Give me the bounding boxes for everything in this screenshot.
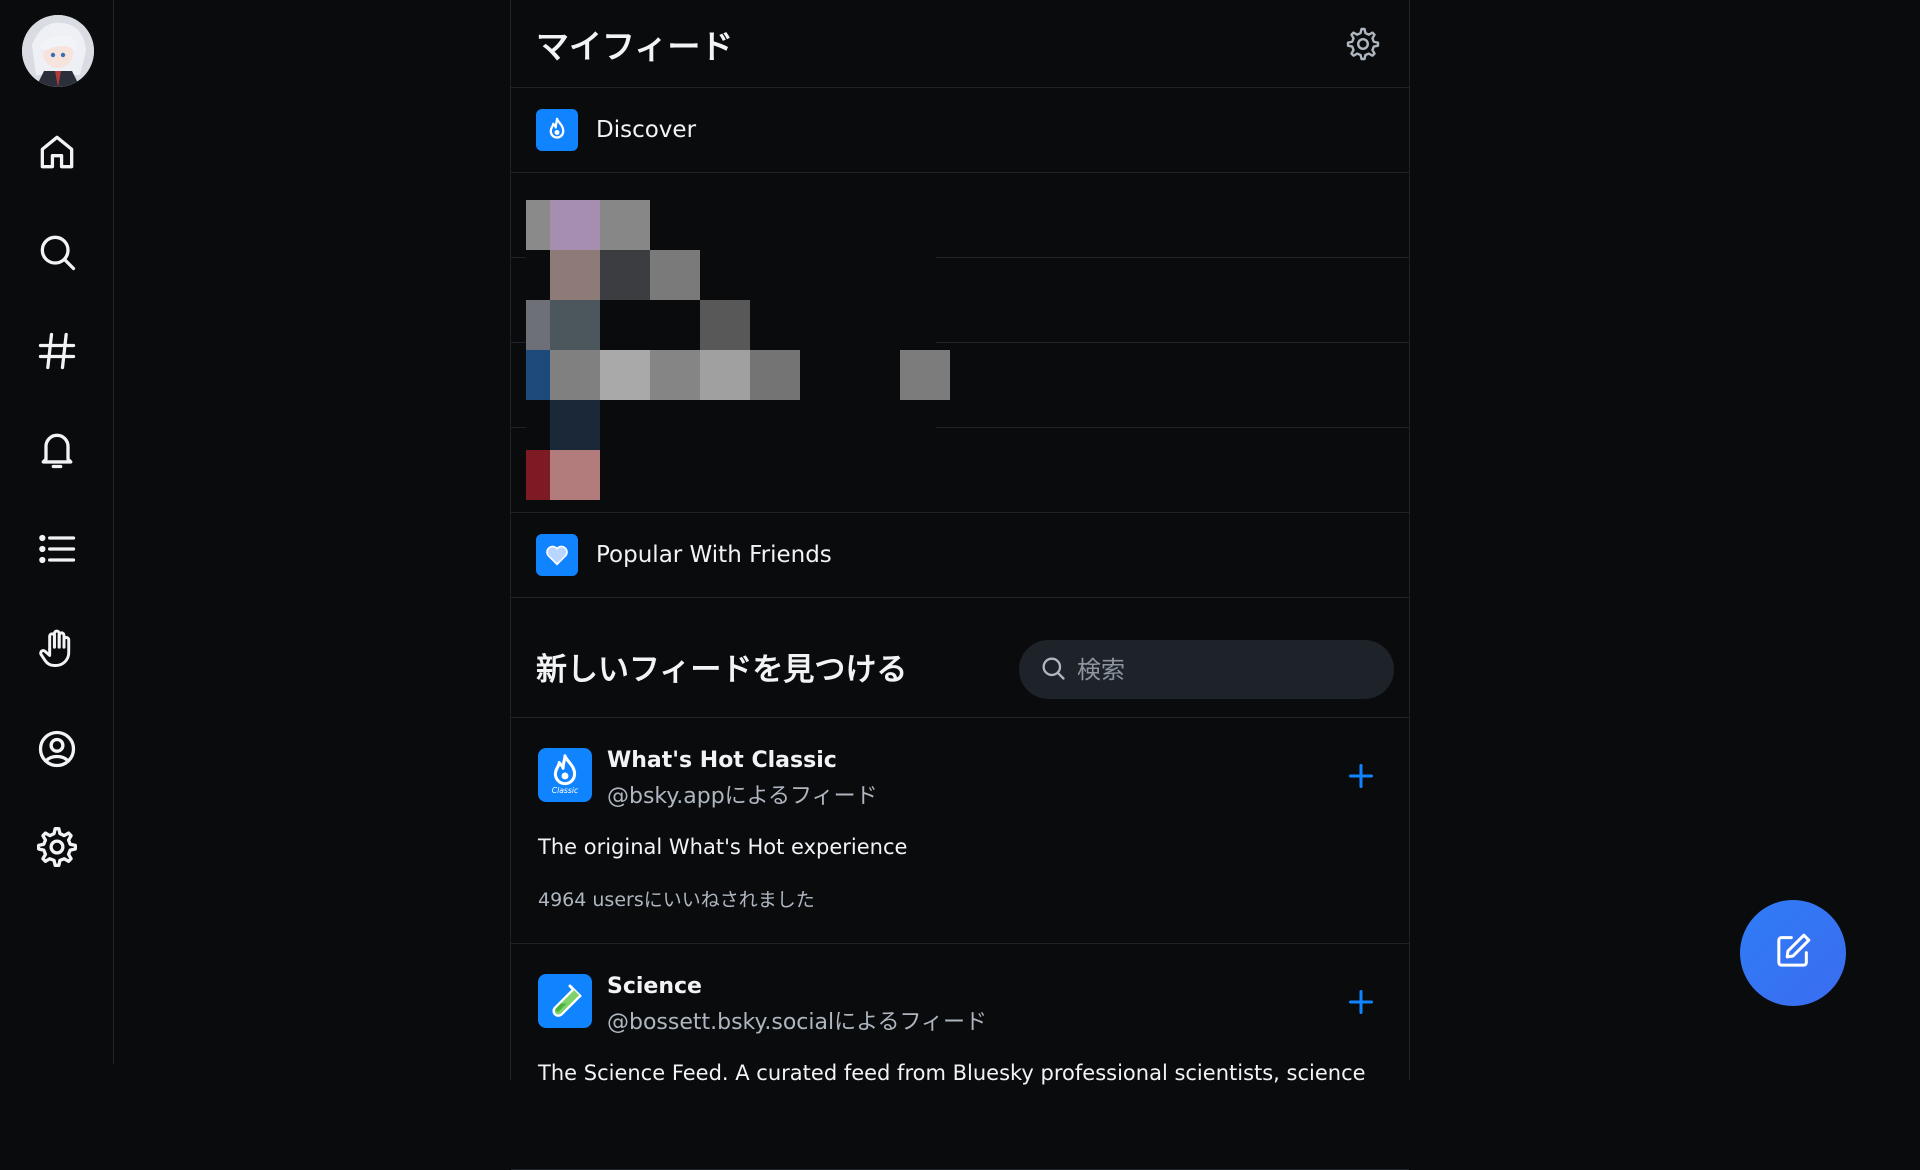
- feed-author: @bossett.bsky.socialによるフィード: [607, 1010, 988, 1035]
- flame-classic-icon: Classic: [538, 748, 592, 802]
- gear-icon[interactable]: [32, 822, 82, 872]
- hashtag-icon[interactable]: [32, 326, 82, 376]
- add-feed-plus-icon[interactable]: [1341, 982, 1381, 1022]
- svg-text:Classic: Classic: [552, 786, 579, 795]
- discover-section-header: 新しいフィードを見つける: [511, 598, 1409, 718]
- feed-name: What's Hot Classic: [607, 748, 837, 773]
- discover-title: 新しいフィードを見つける: [536, 652, 908, 688]
- feed-label: Discover: [596, 117, 697, 143]
- main-column: マイフィード Discover Popular With Friends 新しい…: [510, 0, 1410, 1170]
- pixelated-overlay: [526, 200, 950, 500]
- bell-icon[interactable]: [32, 425, 82, 475]
- profile-icon[interactable]: [32, 724, 82, 774]
- compose-post-button[interactable]: [1740, 900, 1846, 1006]
- home-icon[interactable]: [32, 127, 82, 177]
- feed-author: @bsky.appによるフィード: [607, 784, 878, 809]
- hand-icon[interactable]: [32, 624, 82, 674]
- feed-description: The Science Feed. A curated feed from Bl…: [538, 1061, 1366, 1085]
- feed-search-box[interactable]: [1019, 640, 1394, 699]
- search-icon[interactable]: [32, 227, 82, 277]
- flame-icon: [536, 109, 578, 151]
- add-feed-plus-icon[interactable]: [1341, 756, 1381, 796]
- feed-row-discover[interactable]: Discover: [511, 88, 1409, 173]
- feed-name: Science: [607, 974, 702, 999]
- compose-icon: [1773, 931, 1813, 975]
- pixelated-feed-list: [511, 173, 1409, 513]
- heart-icon: [536, 534, 578, 576]
- user-avatar[interactable]: [22, 15, 94, 87]
- test-tube-icon: [538, 974, 592, 1028]
- feed-card-whats-hot-classic[interactable]: Classic What's Hot Classic @bsky.appによるフ…: [511, 718, 1409, 944]
- feed-description: The original What's Hot experience: [538, 835, 908, 859]
- feed-like-count: 4964 usersにいいねされました: [538, 889, 815, 911]
- feed-settings-gear-icon[interactable]: [1343, 24, 1383, 64]
- feed-row-popular-with-friends[interactable]: Popular With Friends: [511, 513, 1409, 598]
- feed-label: Popular With Friends: [596, 542, 832, 568]
- page-header: マイフィード: [511, 0, 1409, 88]
- feed-card-science[interactable]: Science @bossett.bsky.socialによるフィード The …: [511, 944, 1409, 1170]
- search-input[interactable]: [1077, 655, 1377, 684]
- search-icon: [1039, 654, 1067, 686]
- left-navigation: [0, 0, 114, 1064]
- page-title: マイフィード: [536, 27, 734, 66]
- list-icon[interactable]: [32, 524, 82, 574]
